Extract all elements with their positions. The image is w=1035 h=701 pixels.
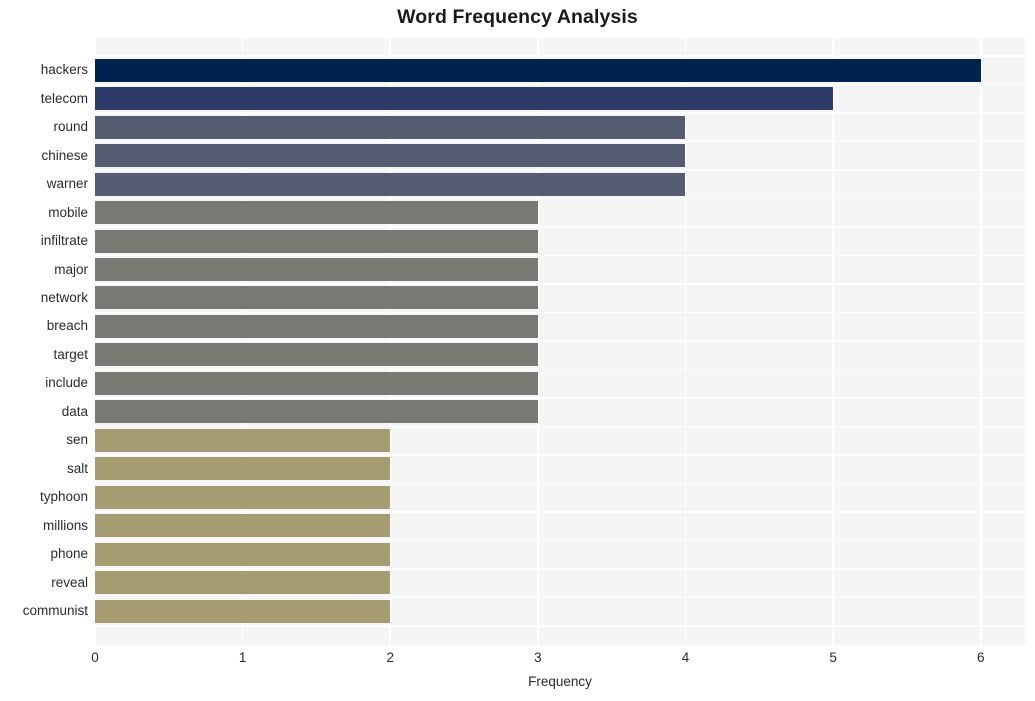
bar	[95, 115, 686, 139]
bar	[95, 400, 538, 424]
y-axis-tick-label: breach	[46, 318, 88, 334]
y-axis-tick-label: mobile	[48, 204, 88, 220]
bar	[95, 485, 391, 509]
bar	[95, 514, 391, 538]
y-axis-tick-label: sen	[66, 432, 88, 448]
y-axis-tick-label: network	[40, 289, 88, 305]
bar	[95, 144, 686, 167]
y-gridline	[95, 397, 1025, 399]
bar	[95, 58, 981, 82]
y-gridline	[95, 454, 1025, 456]
y-gridline	[95, 625, 1025, 627]
x-axis-title: Frequency	[528, 674, 592, 689]
y-gridline	[95, 112, 1025, 114]
y-gridline	[95, 596, 1025, 599]
bar	[95, 258, 538, 281]
y-gridline	[95, 254, 1025, 257]
bar	[95, 571, 391, 595]
y-gridline	[95, 568, 1025, 570]
y-gridline	[95, 283, 1025, 285]
y-axis-tick-label: telecom	[40, 90, 88, 106]
y-axis-tick-label: communist	[22, 603, 88, 619]
bar	[95, 371, 538, 395]
y-axis-tick-label: chinese	[41, 147, 88, 163]
y-axis-tick-label: infiltrate	[40, 233, 88, 248]
bar	[95, 229, 538, 253]
y-axis-tick-label: data	[61, 403, 88, 419]
x-axis-tick-label: 3	[534, 650, 542, 665]
bar	[95, 457, 391, 481]
y-gridline	[95, 340, 1025, 342]
y-gridline	[95, 197, 1025, 200]
y-axis-tick-label: phone	[50, 546, 88, 562]
y-axis-tick-label: target	[53, 346, 88, 362]
bar	[95, 542, 391, 566]
bar	[95, 286, 538, 310]
y-gridline	[95, 83, 1025, 86]
y-gridline	[95, 55, 1025, 57]
y-axis-tick-label: reveal	[51, 574, 88, 590]
chart-title: Word Frequency Analysis	[397, 6, 638, 28]
y-axis-tick-label: major	[54, 261, 88, 277]
bar	[95, 201, 538, 224]
y-gridline	[95, 368, 1025, 371]
x-axis-tick-label: 0	[91, 650, 99, 665]
x-axis-tick-labels: 0 1 2 3 4 5 6	[0, 650, 1035, 674]
y-gridline	[95, 311, 1025, 314]
y-axis-tick-label: warner	[46, 176, 88, 191]
y-gridline	[95, 169, 1025, 171]
y-axis-tick-labels: hackers telecom round chinese warner mobile in…	[0, 38, 88, 645]
bar	[95, 343, 538, 367]
y-gridline	[95, 425, 1025, 428]
bar	[95, 314, 538, 338]
bar	[95, 428, 391, 452]
bar	[95, 599, 391, 623]
x-axis-tick-label: 1	[238, 650, 247, 665]
y-axis-tick-label: typhoon	[39, 489, 88, 505]
y-gridline	[95, 226, 1025, 228]
y-axis-tick-label: round	[53, 119, 88, 134]
bar	[95, 87, 834, 111]
y-gridline	[95, 511, 1025, 513]
y-axis-tick-label: salt	[66, 460, 88, 476]
plot-area	[95, 38, 1025, 645]
y-axis-tick-label: include	[45, 375, 88, 391]
y-axis-tick-label: millions	[42, 517, 88, 533]
y-axis-tick-label: hackers	[40, 62, 88, 78]
x-axis-tick-label: 6	[976, 650, 985, 665]
y-gridline	[95, 482, 1025, 485]
y-gridline	[95, 539, 1025, 542]
x-axis-tick-label: 2	[386, 650, 394, 665]
x-axis-tick-label: 4	[681, 650, 690, 665]
x-axis-tick-label: 5	[829, 650, 837, 665]
bar	[95, 172, 686, 196]
y-gridline	[95, 140, 1025, 143]
chart-figure: Word Frequency Analysis hackers telecom ro…	[0, 0, 1035, 701]
